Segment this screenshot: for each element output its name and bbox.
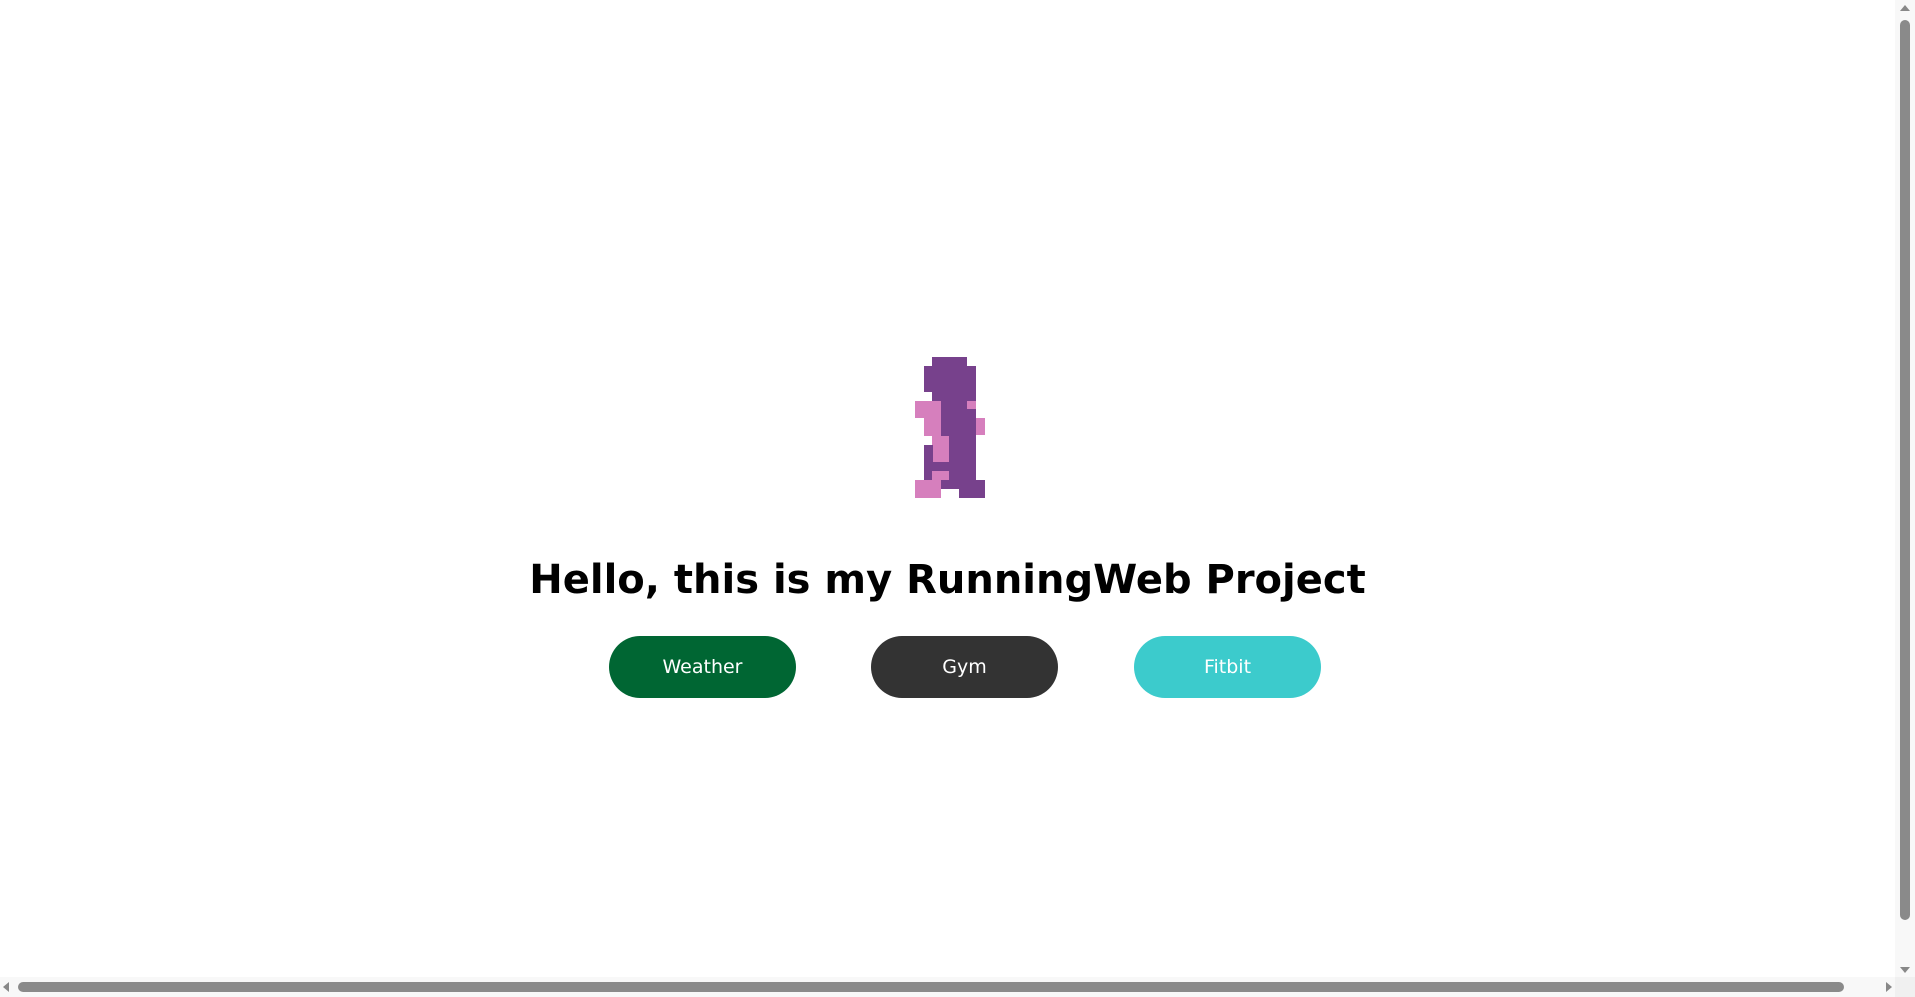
scroll-left-icon[interactable] (3, 982, 9, 992)
pixel-runner-icon (915, 357, 985, 498)
scroll-up-icon[interactable] (1900, 5, 1910, 11)
scroll-down-icon[interactable] (1900, 967, 1910, 973)
fitbit-button[interactable]: Fitbit (1134, 636, 1321, 698)
browser-viewport: Hello, this is my RunningWeb Project Wea… (0, 0, 1915, 997)
scroll-right-icon[interactable] (1886, 982, 1892, 992)
horizontal-scrollbar[interactable] (0, 977, 1895, 997)
weather-button[interactable]: Weather (609, 636, 796, 698)
vertical-scrollbar[interactable] (1895, 0, 1915, 977)
horizontal-scroll-thumb[interactable] (18, 982, 1844, 992)
vertical-scroll-thumb[interactable] (1900, 20, 1910, 920)
gym-button[interactable]: Gym (871, 636, 1058, 698)
scrollbar-corner (1895, 977, 1915, 997)
page-content: Hello, this is my RunningWeb Project Wea… (0, 0, 1895, 977)
page-title: Hello, this is my RunningWeb Project (529, 557, 1366, 603)
